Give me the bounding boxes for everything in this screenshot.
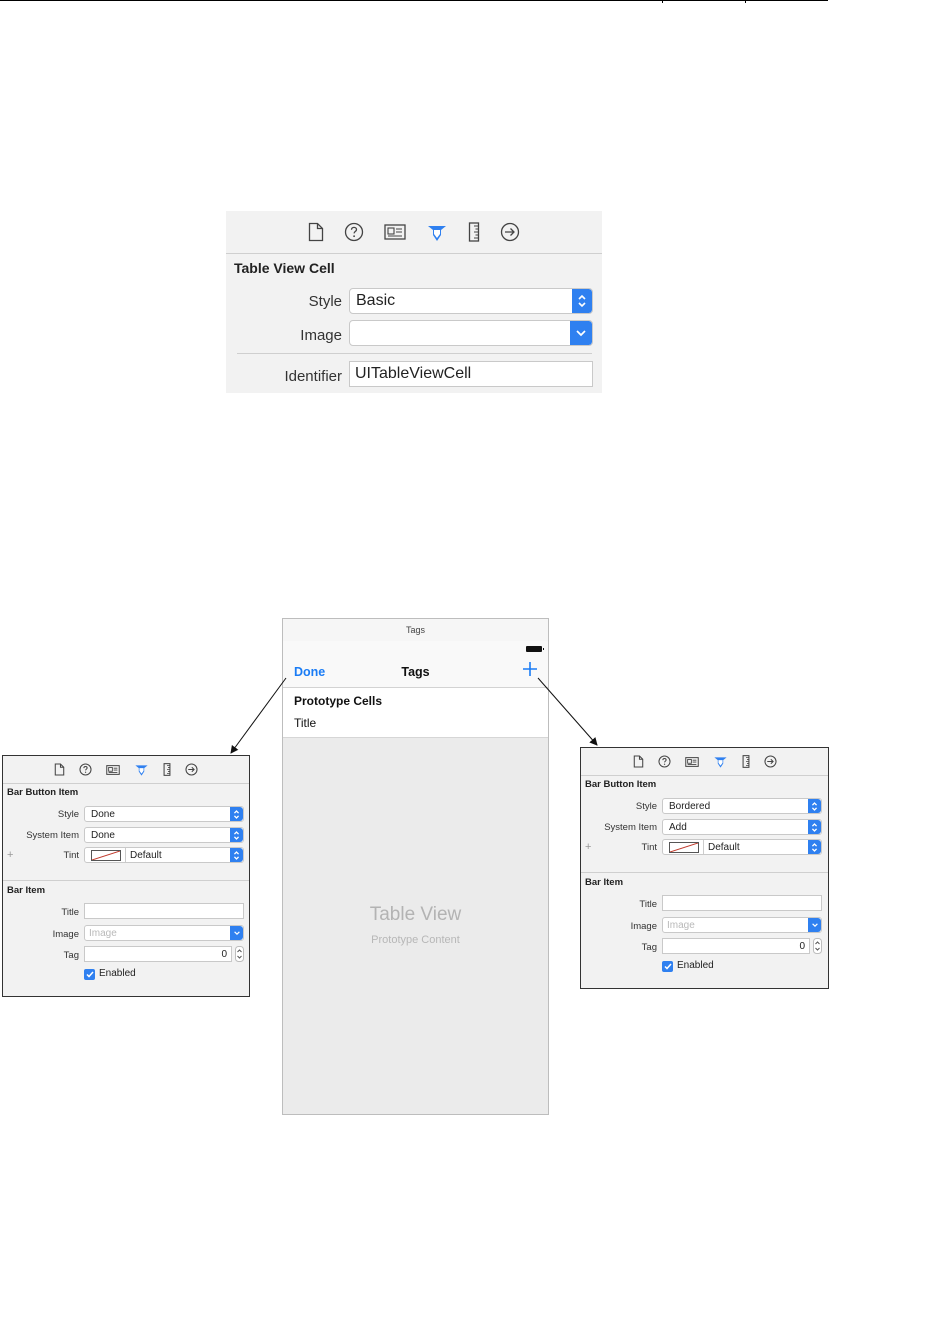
arrow-to-left-inspector <box>230 677 287 754</box>
callout-arrows <box>230 677 598 754</box>
arrow-to-right-inspector <box>537 677 598 746</box>
